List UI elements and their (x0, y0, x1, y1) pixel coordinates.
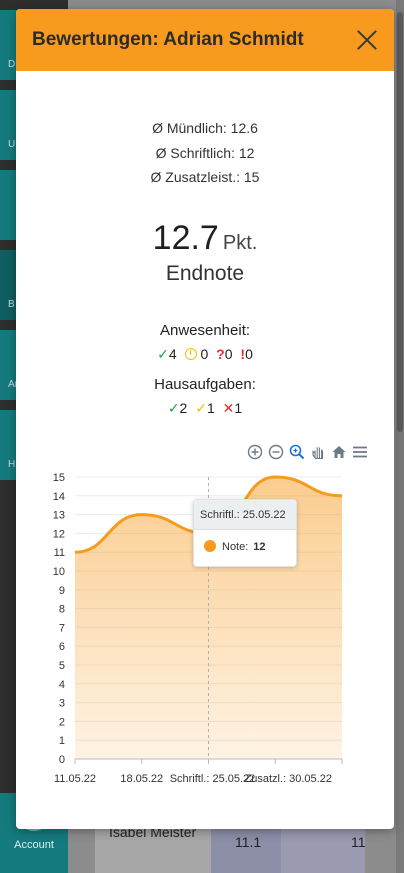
y-tick-label: 7 (59, 622, 65, 634)
final-grade: 12.7 Pkt. (16, 219, 394, 258)
background-scrollbar[interactable] (396, 0, 404, 873)
final-grade-unit: Pkt. (222, 232, 258, 254)
y-tick-label: 12 (53, 528, 65, 540)
homework-row: ✓2 ✓1 ✕1 (16, 400, 394, 417)
tooltip-value: 12 (253, 541, 266, 553)
sidebar-tile-label: B (8, 299, 15, 310)
sidebar-tile-label: H (8, 459, 16, 470)
zoom-out-icon[interactable] (268, 444, 284, 460)
y-tick-label: 14 (53, 491, 65, 503)
average-extra: Ø Zusatzleist.: 15 (150, 169, 260, 185)
homework-done-count: 2 (179, 400, 188, 416)
homework-partial-count: 1 (206, 400, 215, 416)
average-oral: Ø Mündlich: 12.6 (152, 120, 258, 136)
grades-modal: Bewertungen: Adrian Schmidt Ø Mündlich: … (16, 9, 394, 829)
attendance-present-count: 4 (168, 346, 177, 362)
sidebar-tile-label: D (8, 59, 16, 70)
y-tick-label: 3 (59, 698, 65, 710)
x-tick-label: Schriftl.: 25.05.22 (170, 773, 256, 785)
tooltip-header: Schriftl.: 25.05.22 (194, 500, 296, 530)
check-icon: ✓ (157, 346, 169, 362)
check-icon: ✓ (167, 400, 180, 416)
y-tick-label: 2 (59, 716, 65, 728)
final-grade-label: Endnote (165, 262, 245, 285)
check-partial-icon: ✓ (195, 400, 207, 416)
attendance-unknown-count: 0 (224, 346, 233, 362)
attendance-excused-count: 0 (245, 346, 253, 362)
attendance-row: ✓4 0 ?0 !0 (16, 346, 394, 363)
y-tick-label: 15 (53, 472, 65, 484)
final-grade-value: 12.7 (152, 219, 219, 257)
table-cell-value: 11.1 (235, 834, 262, 850)
x-tick-label: 18.05.22 (120, 773, 163, 785)
home-reset-icon[interactable] (331, 444, 347, 460)
background-scrollbar-thumb[interactable] (397, 12, 403, 432)
y-tick-label: 4 (59, 679, 65, 691)
sidebar-tile-label: U (8, 139, 16, 150)
menu-icon[interactable] (352, 444, 368, 460)
modal-header: Bewertungen: Adrian Schmidt (16, 9, 394, 71)
y-tick-label: 0 (59, 754, 65, 766)
y-tick-label: 1 (59, 735, 65, 747)
y-tick-label: 5 (59, 660, 65, 672)
y-tick-label: 9 (59, 585, 65, 597)
question-icon: ? (216, 346, 225, 362)
zoom-in-icon[interactable] (247, 444, 263, 460)
x-tick-label: 11.05.22 (54, 773, 96, 785)
attendance-late-count: 0 (200, 346, 209, 362)
average-written: Ø Schriftlich: 12 (155, 145, 255, 161)
y-tick-label: 10 (53, 566, 65, 578)
modal-title: Bewertungen: Adrian Schmidt (32, 29, 304, 50)
clock-icon (184, 348, 197, 360)
selection-zoom-icon[interactable] (289, 444, 305, 460)
series-dot-icon (204, 540, 216, 552)
y-tick-label: 6 (59, 641, 65, 653)
y-tick-label: 11 (54, 547, 65, 559)
table-cell-value: 11 (351, 834, 366, 850)
y-tick-label: 13 (53, 510, 65, 522)
chart-toolbar (247, 443, 368, 461)
y-tick-label: 8 (59, 604, 65, 616)
homework-title: Hausaufgaben: (154, 376, 256, 393)
cross-icon: ✕ (222, 400, 235, 416)
account-label: Account (14, 839, 54, 851)
tooltip-body: Note: 12 (194, 530, 296, 563)
tooltip-series-label: Note: (222, 541, 249, 553)
close-icon[interactable] (354, 27, 380, 53)
chart-tooltip: Schriftl.: 25.05.22 Note: 12 (193, 499, 297, 567)
x-tick-label: Zusatzl.: 30.05.22 (245, 773, 332, 785)
pan-hand-icon[interactable] (310, 444, 326, 460)
homework-missing-count: 1 (234, 400, 243, 416)
attendance-title: Anwesenheit: (159, 322, 251, 339)
